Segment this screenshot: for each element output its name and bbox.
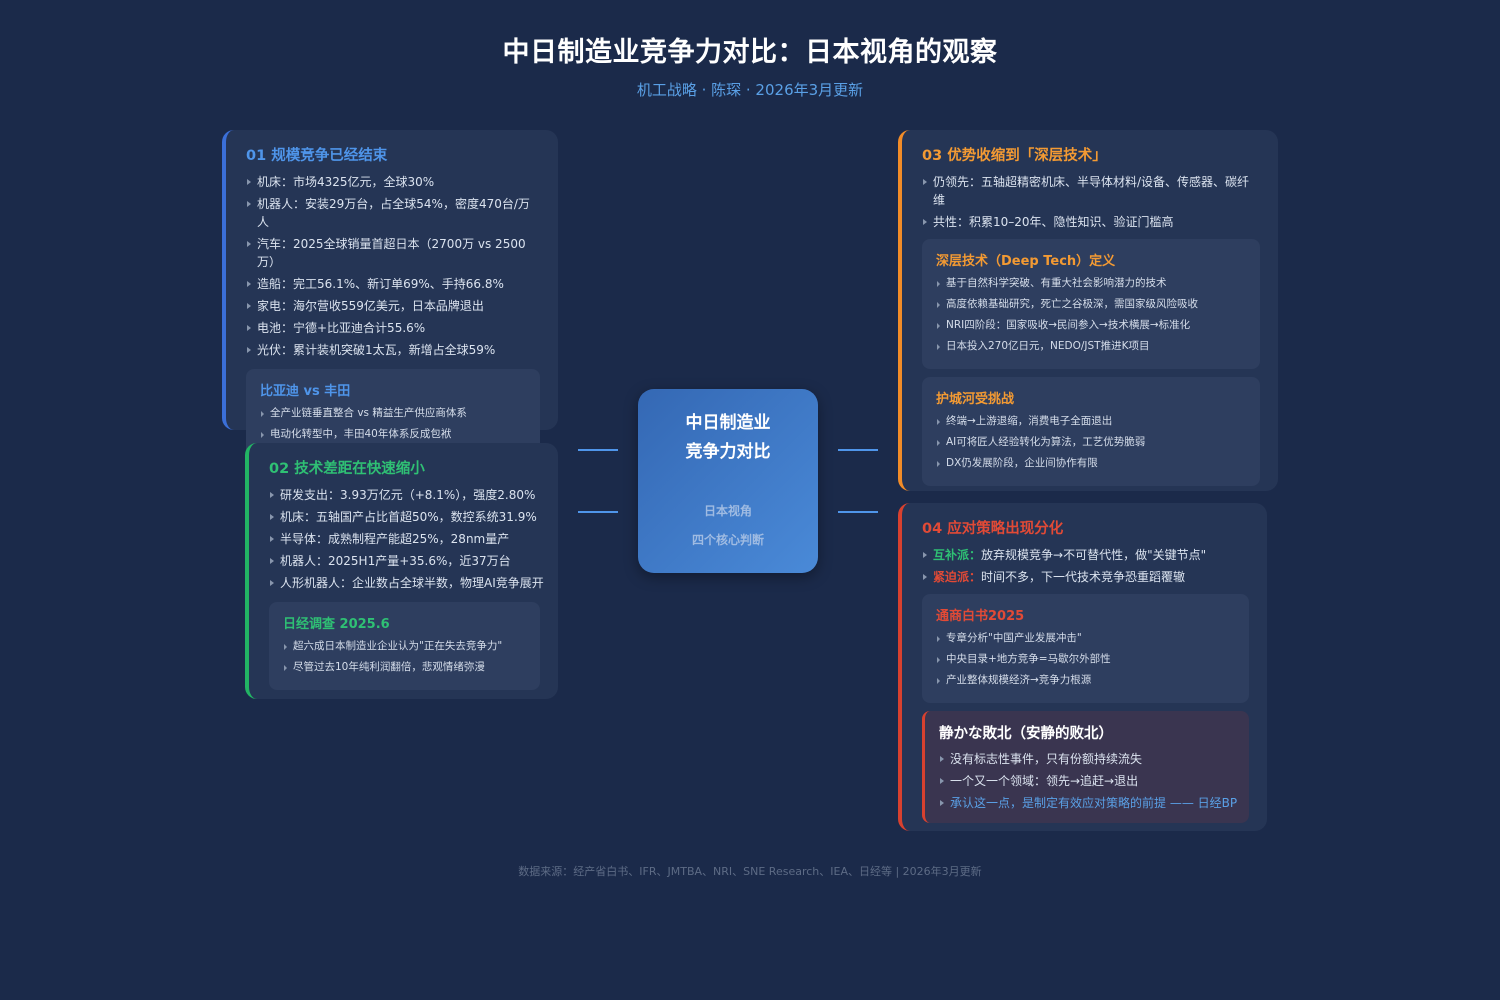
list-item: 日本投入270亿日元，NEDO/JST推进K项目 [936,339,1246,354]
card-title: 02 技术差距在快速缩小 [269,461,425,477]
list-item: 机器人：安装29万台，占全球54%，密度470台/万人 [246,195,540,231]
list-item: 研发支出：3.93万亿元（+8.1%），强度2.80% [269,486,540,504]
sub-title: 通商白书2025 [936,609,1025,624]
list-item: 全产业链垂直整合 vs 精益生产供应商体系 [260,406,526,421]
connector-line [838,511,878,513]
sub-box-nikkei-survey: 日经调查 2025.6 超六成日本制造业企业认为"正在失去竞争力" 尽管过去10… [269,602,540,690]
list-item: 互补派：放弃规模竞争→不可替代性，做"关键节点" [922,546,1249,564]
list-item: 共性：积累10–20年、隐性知识、验证门槛高 [922,213,1260,231]
quiet-defeat-box: 静かな敗北（安静的败北） 没有标志性事件，只有份额持续流失 一个又一个领域：领先… [922,711,1249,823]
list-item: 仍领先：五轴超精密机床、半导体材料/设备、传感器、碳纤维 [922,173,1260,209]
list-item: 机床：市场4325亿元，全球30% [246,173,540,191]
center-sub-line1: 日本视角 [703,504,752,518]
card-title: 03 优势收缩到「深层技术」 [922,148,1107,164]
list-item: 中央目录+地方竞争=马歇尔外部性 [936,652,1235,667]
sub-title: 护城河受挑战 [936,392,1015,407]
list-item: 基于自然科学突破、有重大社会影响潜力的技术 [936,276,1246,291]
list-item: 一个又一个领域：领先→追赶→退出 [939,772,1235,790]
highlight-quote: 承认这一点，是制定有效应对策略的前提 —— 日经BP [939,794,1237,812]
card-strategy-split: 04 应对策略出现分化 互补派：放弃规模竞争→不可替代性，做"关键节点" 紧迫派… [898,503,1267,831]
page-subtitle: 机工战略 · 陈琛 · 2026年3月更新 [636,81,864,99]
list-item: 产业整体规模经济→竞争力根源 [936,673,1235,688]
center-sub-line2: 四个核心判断 [691,533,764,547]
card-items: 仍领先：五轴超精密机床、半导体材料/设备、传感器、碳纤维 共性：积累10–20年… [922,173,1260,231]
list-item: 紧迫派：时间不多，下一代技术竞争恐重蹈覆辙 [922,568,1249,586]
connector-line [578,449,618,451]
list-item: 没有标志性事件，只有份额持续流失 [939,750,1235,768]
list-item: 尽管过去10年纯利润翻倍，悲观情绪弥漫 [283,660,526,675]
tag-urgent: 紧迫派： [933,570,982,584]
list-item: 电动化转型中，丰田40年体系反成包袱 [260,427,526,442]
list-item: 半导体：成熟制程产能超25%，28nm量产 [269,530,540,548]
connector-line [838,449,878,451]
card-scale-competition: 01 规模竞争已经结束 机床：市场4325亿元，全球30% 机器人：安装29万台… [222,130,558,457]
list-item: 人形机器人：企业数占全球半数，物理AI竞争展开 [269,574,544,592]
connector-line [578,511,618,513]
sub-box-deep-tech-definition: 深层技术（Deep Tech）定义 基于自然科学突破、有重大社会影响潜力的技术 … [922,239,1260,369]
list-item: 终端→上游退缩，消费电子全面退出 [936,414,1246,429]
list-item: 光伏：累计装机突破1太瓦，新增占全球59% [246,341,540,359]
card-tech-gap: 02 技术差距在快速缩小 研发支出：3.93万亿元（+8.1%），强度2.80%… [245,443,558,699]
list-item: AI可将匠人经验转化为算法，工艺优势脆弱 [936,435,1246,450]
list-item: 机床：五轴国产占比首超50%，数控系统31.9% [269,508,540,526]
tag-complement: 互补派： [933,548,982,562]
quiet-title: 静かな敗北（安静的败北） [939,726,1113,742]
list-item: 造船：完工56.1%、新订单69%、手持66.8% [246,275,540,293]
center-title-line1: 中日制造业 [685,413,771,433]
card-title: 04 应对策略出现分化 [922,521,1064,537]
list-item: 家电：海尔营收559亿美元，日本品牌退出 [246,297,540,315]
list-item: 汽车：2025全球销量首超日本（2700万 vs 2500万） [246,235,540,271]
center-title-line2: 竞争力对比 [685,442,771,462]
sub-title: 日经调查 2025.6 [283,617,390,632]
list-item: 高度依赖基础研究，死亡之谷极深，需国家级风险吸收 [936,297,1246,312]
sub-box-moat-challenge: 护城河受挑战 终端→上游退缩，消费电子全面退出 AI可将匠人经验转化为算法，工艺… [922,377,1260,486]
list-item: NRI四阶段：国家吸收→民间参入→技术横展→标准化 [936,318,1246,333]
center-node: 中日制造业 竞争力对比 日本视角 四个核心判断 [638,389,818,573]
list-item: DX仍发展阶段，企业间协作有限 [936,456,1246,471]
list-item: 专章分析"中国产业发展冲击" [936,631,1235,646]
page-title: 中日制造业竞争力对比：日本视角的观察 [502,37,998,68]
card-items: 互补派：放弃规模竞争→不可替代性，做"关键节点" 紧迫派：时间不多，下一代技术竞… [922,546,1249,586]
sub-box-white-paper: 通商白书2025 专章分析"中国产业发展冲击" 中央目录+地方竞争=马歇尔外部性… [922,594,1249,703]
card-items: 研发支出：3.93万亿元（+8.1%），强度2.80% 机床：五轴国产占比首超5… [269,486,544,592]
data-source-footer: 数据来源：经产省白书、IFR、JMTBA、NRI、SNE Research、IE… [518,865,982,878]
card-title: 01 规模竞争已经结束 [246,148,388,164]
list-item: 超六成日本制造业企业认为"正在失去竞争力" [283,639,526,654]
card-deep-tech: 03 优势收缩到「深层技术」 仍领先：五轴超精密机床、半导体材料/设备、传感器、… [898,130,1278,491]
sub-title: 深层技术（Deep Tech）定义 [936,254,1116,269]
sub-title: 比亚迪 vs 丰田 [260,384,351,399]
list-item: 机器人：2025H1产量+35.6%，近37万台 [269,552,540,570]
card-items: 机床：市场4325亿元，全球30% 机器人：安装29万台，占全球54%，密度47… [246,173,540,359]
list-item: 电池：宁德+比亚迪合计55.6% [246,319,540,337]
